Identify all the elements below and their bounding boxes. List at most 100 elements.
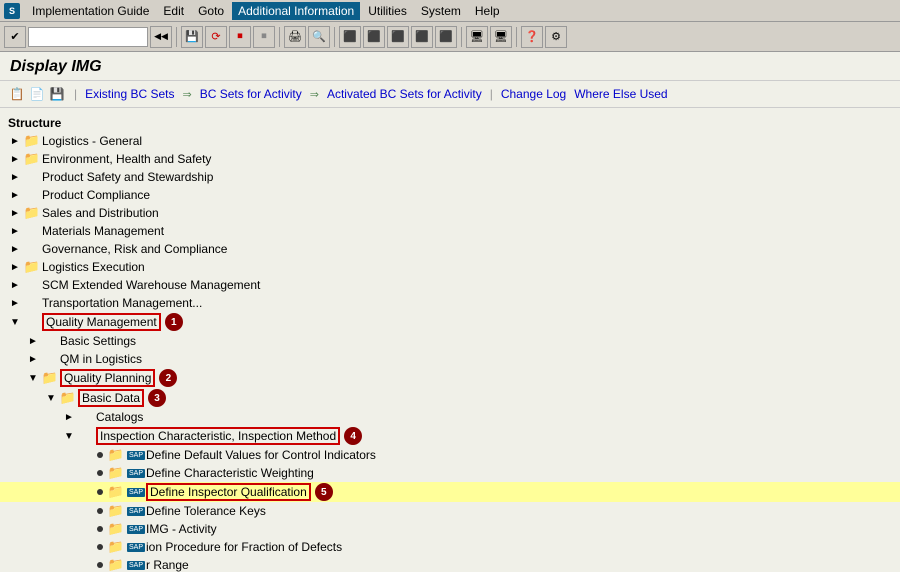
tree-item-fraction-defects[interactable]: 📁 SAP ion Procedure for Fraction of Defe… (0, 538, 900, 556)
toggle-governance[interactable]: ► (8, 242, 22, 256)
bullet-default (97, 452, 103, 458)
nav5-btn[interactable]: ⬛ (435, 26, 457, 48)
tree-item-logistics-general[interactable]: ► 📁 Logistics - General (0, 132, 900, 150)
refresh-btn[interactable]: ⟳ (205, 26, 227, 48)
find-btn[interactable]: 🔍 (308, 26, 330, 48)
toggle-logistics-exec[interactable]: ► (8, 260, 22, 274)
toggle-catalogs[interactable]: ► (62, 410, 76, 424)
title-bar: Display IMG (0, 52, 900, 81)
tree-item-inspection-char[interactable]: ▼ Inspection Characteristic, Inspection … (0, 426, 900, 446)
sap-icon-tol: 📁 (108, 503, 124, 519)
bullet-inspector (97, 489, 103, 495)
app-logo: S (4, 3, 20, 19)
label-inspection-char: Inspection Characteristic, Inspection Me… (96, 427, 340, 445)
nav2-btn[interactable]: ⬛ (363, 26, 385, 48)
back-btn[interactable]: ✔ (4, 26, 26, 48)
toggle-sales-dist[interactable]: ► (8, 206, 22, 220)
spacer7-icon (24, 314, 40, 330)
where-else-used-link[interactable]: Where Else Used (574, 87, 667, 101)
annotation-1: 1 (165, 313, 183, 331)
menu-help[interactable]: Help (469, 2, 506, 20)
tree-item-catalogs[interactable]: ► Catalogs (0, 408, 900, 426)
existing-bc-sets-link[interactable]: Existing BC Sets (85, 87, 174, 101)
tree-item-define-default[interactable]: 📁 SAP Define Default Values for Control … (0, 446, 900, 464)
tree-item-sales-dist[interactable]: ► 📁 Sales and Distribution (0, 204, 900, 222)
nav4-btn[interactable]: ⬛ (411, 26, 433, 48)
sap-icon-frac: 📁 (108, 539, 124, 555)
command-field[interactable] (28, 27, 148, 47)
tree-item-quality-planning[interactable]: ▼ 📁 Quality Planning 2 (0, 368, 900, 388)
toggle-product-safety[interactable]: ► (8, 170, 22, 184)
inspector-qual-box: Define Inspector Qualification (146, 483, 311, 501)
monitor2-btn[interactable]: 🖥 (490, 26, 512, 48)
menu-utilities[interactable]: Utilities (362, 2, 413, 20)
toggle-logistics-general[interactable]: ► (8, 134, 22, 148)
label-define-inspector: Define Inspector Qualification (146, 483, 311, 501)
toggle-scm[interactable]: ► (8, 278, 22, 292)
tree-item-transport[interactable]: ► Transportation Management... (0, 294, 900, 312)
toggle-product-compliance[interactable]: ► (8, 188, 22, 202)
nav3-btn[interactable]: ⬛ (387, 26, 409, 48)
tree-item-define-inspector[interactable]: 📁 SAP Define Inspector Qualification 5 (0, 482, 900, 502)
menu-additional-information[interactable]: Additional Information (232, 2, 360, 20)
tree-item-logistics-exec[interactable]: ► 📁 Logistics Execution (0, 258, 900, 276)
tree-item-governance[interactable]: ► Governance, Risk and Compliance (0, 240, 900, 258)
tree-item-img-activity[interactable]: 📁 SAP IMG - Activity (0, 520, 900, 538)
menu-implementation-guide[interactable]: Implementation Guide (26, 2, 155, 20)
spacer-icon (24, 169, 40, 185)
label-basic-settings: Basic Settings (60, 334, 136, 348)
tree-item-scm[interactable]: ► SCM Extended Warehouse Management (0, 276, 900, 294)
prev-nav-btn[interactable]: ◀◀ (150, 26, 172, 48)
tree-item-basic-data[interactable]: ▼ 📁 Basic Data 3 (0, 388, 900, 408)
label-sales-dist: Sales and Distribution (42, 206, 159, 220)
bc-sets-icon[interactable]: 📋 (8, 85, 26, 103)
toggle-quality-planning[interactable]: ▼ (26, 371, 40, 385)
quality-mgmt-box: Quality Management (42, 313, 161, 331)
activity-icon[interactable]: 📄 (28, 85, 46, 103)
bullet-img (97, 526, 103, 532)
activated-bc-sets-link[interactable]: Activated BC Sets for Activity (327, 87, 482, 101)
print-btn[interactable]: 🖨 (284, 26, 306, 48)
label-governance: Governance, Risk and Compliance (42, 242, 227, 256)
menu-edit[interactable]: Edit (157, 2, 190, 20)
monitor1-btn[interactable]: 🖥 (466, 26, 488, 48)
label-logistics-exec: Logistics Execution (42, 260, 145, 274)
save-icon[interactable]: 💾 (48, 85, 66, 103)
tree-item-product-compliance[interactable]: ► Product Compliance (0, 186, 900, 204)
tree-item-quality-mgmt[interactable]: ▼ Quality Management 1 (0, 312, 900, 332)
tree-item-range[interactable]: 📁 SAP r Range (0, 556, 900, 572)
nav1-btn[interactable]: ⬛ (339, 26, 361, 48)
tree-item-define-char-weight[interactable]: 📁 SAP Define Characteristic Weighting (0, 464, 900, 482)
spacer3-icon (24, 223, 40, 239)
tree-item-define-tolerance[interactable]: 📁 SAP Define Tolerance Keys (0, 502, 900, 520)
toggle-transport[interactable]: ► (8, 296, 22, 310)
folder-sales-icon: 📁 (24, 205, 40, 221)
bc-sets-activity-link[interactable]: BC Sets for Activity (200, 87, 302, 101)
toggle-inspection-char[interactable]: ▼ (62, 429, 76, 443)
toggle-materials[interactable]: ► (8, 224, 22, 238)
menu-goto[interactable]: Goto (192, 2, 230, 20)
save-btn[interactable]: 💾 (181, 26, 203, 48)
spacer11-icon (78, 428, 94, 444)
sap-icon-range: 📁 (108, 557, 124, 572)
page-title: Display IMG (10, 58, 890, 76)
tree-item-basic-settings[interactable]: ► Basic Settings (0, 332, 900, 350)
doc-icon-frac: SAP (128, 539, 144, 555)
toggle-quality-mgmt[interactable]: ▼ (8, 315, 22, 329)
tree-item-product-safety[interactable]: ► Product Safety and Stewardship (0, 168, 900, 186)
toggle-env-health[interactable]: ► (8, 152, 22, 166)
stop-btn[interactable]: ⏹ (229, 26, 251, 48)
toggle-qm-logistics[interactable]: ► (26, 352, 40, 366)
tree-item-env-health[interactable]: ► 📁 Environment, Health and Safety (0, 150, 900, 168)
change-log-link[interactable]: Change Log (501, 87, 566, 101)
tree-item-materials[interactable]: ► Materials Management (0, 222, 900, 240)
stop2-btn[interactable]: ⏹ (253, 26, 275, 48)
tree-item-qm-logistics[interactable]: ► QM in Logistics (0, 350, 900, 368)
settings-btn[interactable]: ⚙ (545, 26, 567, 48)
toggle-basic-settings[interactable]: ► (26, 334, 40, 348)
label-define-tolerance: Define Tolerance Keys (146, 504, 266, 518)
menu-system[interactable]: System (415, 2, 467, 20)
help-btn[interactable]: ❓ (521, 26, 543, 48)
toggle-basic-data[interactable]: ▼ (44, 391, 58, 405)
doc-icon-tol: SAP (128, 503, 144, 519)
